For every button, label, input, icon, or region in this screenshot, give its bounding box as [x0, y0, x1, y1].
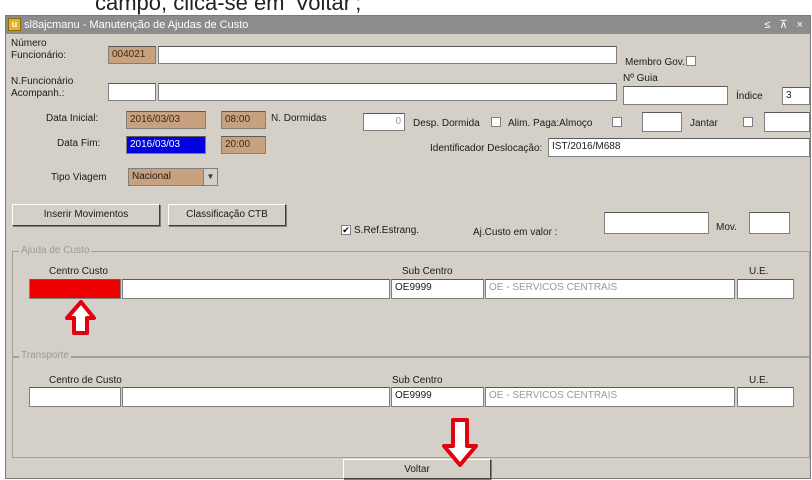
jantar-checkbox[interactable]	[743, 117, 753, 127]
aj-custo-valor-field[interactable]	[604, 212, 709, 234]
centro-de-custo-label: Centro de Custo	[49, 375, 122, 386]
chevron-down-icon[interactable]: ▼	[203, 169, 217, 185]
funcionario-name-field[interactable]	[158, 46, 617, 64]
tipo-viagem-value: Nacional	[132, 171, 171, 182]
sref-estrang-checkbox[interactable]: ✔	[341, 225, 351, 235]
app-window: u sl8ajcmanu - Manutenção de Ajudas de C…	[5, 15, 811, 479]
jantar-value-field[interactable]	[764, 112, 810, 132]
almoco-value-field[interactable]	[642, 112, 682, 132]
hora-inicial-field[interactable]: 08:00	[221, 111, 266, 129]
inserir-movimentos-button[interactable]: Inserir Movimentos	[12, 204, 160, 226]
nguia-label: Nº Guia	[623, 73, 658, 84]
desp-dormida-label: Desp. Dormida	[413, 118, 480, 129]
sref-estrang-label: S.Ref.Estrang.	[354, 225, 420, 236]
ajuda-custo-group-title: Ajuda de Custo	[19, 245, 92, 257]
voltar-button[interactable]: Voltar	[343, 459, 491, 479]
data-fim-field[interactable]: 2016/03/03	[126, 136, 206, 154]
sub-centro-label: Sub Centro	[402, 266, 453, 277]
transporte-sub-centro-label: Sub Centro	[392, 375, 443, 386]
transporte-group: Transporte	[12, 350, 810, 458]
transporte-sub-centro-desc-field: OE - SERVICOS CENTRAIS	[485, 387, 735, 407]
sub-centro-desc-field: OE - SERVICOS CENTRAIS	[485, 279, 735, 299]
ue-field[interactable]	[737, 279, 794, 299]
classificacao-ctb-button[interactable]: Classificação CTB	[168, 204, 286, 226]
acompanh-name-field[interactable]	[158, 83, 617, 101]
numero-funcionario-field[interactable]: 004021	[108, 46, 156, 64]
identificador-deslocacao-field[interactable]: IST/2016/M688	[548, 138, 810, 157]
membro-gov-label: Membro Gov.	[625, 57, 685, 68]
mov-label: Mov.	[716, 222, 737, 233]
transporte-group-title: Transporte	[19, 350, 71, 362]
almoco-checkbox[interactable]	[612, 117, 622, 127]
tipo-viagem-label: Tipo Viagem	[51, 172, 107, 183]
n-dormidas-field[interactable]: 0	[363, 113, 405, 131]
centro-custo-desc-field[interactable]	[122, 279, 390, 299]
desp-dormida-checkbox[interactable]	[491, 117, 501, 127]
transporte-centro-custo-field[interactable]	[29, 387, 121, 407]
transporte-ue-label: U.E.	[749, 375, 769, 386]
nfunc-acompanh-label: N.Funcionário Acompanh.:	[11, 76, 74, 99]
membro-gov-checkbox[interactable]	[686, 56, 696, 66]
hora-fim-field[interactable]: 20:00	[221, 136, 266, 154]
nfunc-acompanh-field[interactable]	[108, 83, 156, 101]
tipo-viagem-select[interactable]: Nacional ▼	[128, 168, 218, 186]
nguia-field[interactable]	[623, 86, 728, 105]
n-dormidas-label: N. Dormidas	[271, 113, 327, 124]
title-bar: u sl8ajcmanu - Manutenção de Ajudas de C…	[6, 16, 810, 34]
transporte-sub-centro-code-field[interactable]: OE9999	[391, 387, 484, 407]
centro-custo-field[interactable]	[29, 279, 121, 299]
aj-custo-valor-label: Aj.Custo em valor :	[473, 227, 558, 238]
transporte-centro-custo-desc-field[interactable]	[122, 387, 390, 407]
transporte-ue-field[interactable]	[737, 387, 794, 407]
centro-custo-label: Centro Custo	[49, 266, 108, 277]
identificador-deslocacao-label: Identificador Deslocação:	[430, 143, 543, 154]
data-fim-label: Data Fim:	[57, 138, 101, 149]
alim-paga-almoco-label: Alim. Paga:Almoço	[508, 118, 593, 129]
sub-centro-code-field[interactable]: OE9999	[391, 279, 484, 299]
window-controls[interactable]: ≤ ⊼ ×	[764, 16, 806, 34]
ue-label: U.E.	[749, 266, 769, 277]
document-text-fragment: campo, clica-se em 'Voltar';	[95, 0, 362, 15]
numero-funcionario-label: Número Funcionário:	[11, 38, 67, 61]
data-inicial-field[interactable]: 2016/03/03	[126, 111, 206, 129]
indice-field[interactable]: 3	[782, 87, 810, 105]
mov-field[interactable]	[749, 212, 790, 234]
data-inicial-label: Data Inicial:	[46, 113, 99, 124]
indice-label: Índice	[736, 91, 763, 102]
window-title: sl8ajcmanu - Manutenção de Ajudas de Cus…	[24, 19, 249, 31]
app-icon: u	[8, 18, 21, 31]
jantar-label: Jantar	[690, 118, 718, 129]
